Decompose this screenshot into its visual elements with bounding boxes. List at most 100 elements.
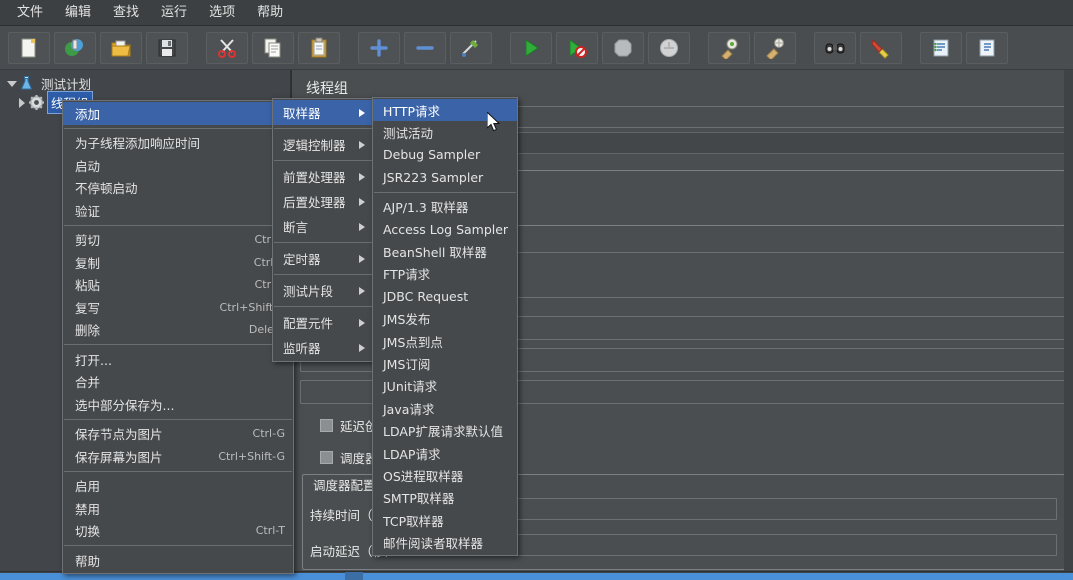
toolbar-button-templates[interactable] — [54, 31, 96, 64]
toolbar-button-paste[interactable] — [298, 31, 340, 64]
submenu-arrow-icon — [359, 318, 365, 327]
menu-item-复制[interactable]: 复制 Ctrl-C — [63, 251, 293, 274]
menubar-help[interactable]: 帮助 — [246, 2, 294, 24]
toolbar-button-clear[interactable] — [708, 31, 750, 64]
menu-item-label: 启用 — [75, 479, 101, 495]
toolbar-button-add-plus[interactable] — [358, 31, 400, 64]
add-item-逻辑控制器[interactable]: 逻辑控制器 — [273, 132, 373, 157]
menu-item-label: Debug Sampler — [383, 147, 481, 163]
menu-item-label: Access Log Sampler — [383, 221, 509, 237]
add-item-配置元件[interactable]: 配置元件 — [273, 310, 373, 335]
menubar-file[interactable]: 文件 — [6, 2, 54, 24]
sampler-item-JSR223-Sampler[interactable]: JSR223 Sampler — [373, 166, 517, 188]
menu-item-帮助[interactable]: 帮助 — [63, 549, 293, 572]
sampler-submenu[interactable]: HTTP请求 测试活动 Debug Sampler JSR223 Sampler AJP… — [372, 97, 518, 556]
menu-item-删除[interactable]: 删除 Delete — [63, 319, 293, 342]
menu-item-复写[interactable]: 复写 Ctrl+Shift-C — [63, 296, 293, 319]
sampler-item-TCP取样器[interactable]: TCP取样器 — [373, 509, 517, 531]
toolbar-button-shutdown[interactable] — [648, 31, 690, 64]
sampler-item-LDAP扩展请求默认值[interactable]: LDAP扩展请求默认值 — [373, 419, 517, 441]
menu-item-添加[interactable]: 添加 — [63, 102, 293, 125]
menu-item-打开...[interactable]: 打开... — [63, 348, 293, 371]
menu-item-剪切[interactable]: 剪切 Ctrl-X — [63, 229, 293, 252]
sampler-item-AJP/1.3-取样器[interactable]: AJP/1.3 取样器 — [373, 196, 517, 218]
add-item-断言[interactable]: 断言 — [273, 214, 373, 239]
toolbar-button-search-binoculars[interactable] — [814, 31, 856, 64]
toolbar-button-start-no-pauses[interactable] — [556, 31, 598, 64]
sampler-item-Java请求[interactable]: Java请求 — [373, 397, 517, 419]
sampler-item-OS进程取样器[interactable]: OS进程取样器 — [373, 464, 517, 486]
scrollbar-track[interactable] — [0, 573, 1073, 580]
toolbar-button-cut-scissors[interactable] — [206, 31, 248, 64]
menu-item-label: FTP请求 — [383, 267, 431, 283]
menu-item-保存屏幕为图片[interactable]: 保存屏幕为图片 Ctrl+Shift-G — [63, 445, 293, 468]
toolbar-button-open-folder[interactable] — [100, 31, 142, 64]
sampler-item-JMS发布[interactable]: JMS发布 — [373, 308, 517, 330]
sampler-item-JDBC-Request[interactable]: JDBC Request — [373, 285, 517, 307]
checkbox-scheduler[interactable]: 调度器 — [320, 448, 378, 467]
add-submenu[interactable]: 取样器逻辑控制器前置处理器 后置处理器 断言定时器测试片段配置元件监听器 — [272, 98, 374, 362]
add-item-测试片段[interactable]: 测试片段 — [273, 278, 373, 303]
toolbar-button-toggle[interactable] — [450, 31, 492, 64]
menu-item-启用[interactable]: 启用 — [63, 475, 293, 498]
add-item-后置处理器[interactable]: 后置处理器 — [273, 189, 373, 214]
chevron-right-icon[interactable] — [16, 97, 27, 108]
menu-item-为子线程添加响应时间[interactable]: 为子线程添加响应时间 — [63, 132, 293, 155]
menu-item-启动[interactable]: 启动 — [63, 154, 293, 177]
submenu-arrow-icon — [359, 286, 365, 295]
menubar-options[interactable]: 选项 — [198, 2, 246, 24]
menu-item-label: 测试片段 — [283, 284, 334, 299]
sampler-item-邮件阅读者取样器[interactable]: 邮件阅读者取样器 — [373, 531, 517, 553]
menu-item-label: LDAP请求 — [383, 446, 441, 462]
sampler-item-JMS点到点[interactable]: JMS点到点 — [373, 330, 517, 352]
menu-item-label: 监听器 — [283, 341, 321, 356]
tree-node-context-menu[interactable]: 添加为子线程添加响应时间 启动 不停顿启动 验证剪切 Ctrl-X 复制 Ctrl-C 粘贴 C… — [62, 100, 294, 574]
sampler-item-BeanShell-取样器[interactable]: BeanShell 取样器 — [373, 240, 517, 262]
menu-item-label: LDAP扩展请求默认值 — [383, 424, 503, 440]
menu-item-label: JDBC Request — [383, 288, 469, 304]
toolbar-button-function-helper[interactable] — [920, 31, 962, 64]
menubar-edit[interactable]: 编辑 — [54, 2, 102, 24]
chevron-down-icon[interactable] — [6, 78, 17, 89]
sampler-item-Access-Log-Sampler[interactable]: Access Log Sampler — [373, 218, 517, 240]
toolbar-button-log-viewer[interactable] — [966, 31, 1008, 64]
paste-icon — [308, 37, 330, 59]
sampler-item-LDAP请求[interactable]: LDAP请求 — [373, 442, 517, 464]
toolbar-button-start-play[interactable] — [510, 31, 552, 64]
start-play-icon — [520, 37, 542, 59]
menu-item-label: 选中部分保存为... — [75, 397, 175, 413]
menu-item-合并[interactable]: 合并 — [63, 371, 293, 394]
vertical-scrollbar[interactable] — [1064, 70, 1073, 571]
menu-item-保存节点为图片[interactable]: 保存节点为图片 Ctrl-G — [63, 423, 293, 446]
menu-separator — [274, 160, 372, 161]
sampler-item-FTP请求[interactable]: FTP请求 — [373, 263, 517, 285]
add-item-定时器[interactable]: 定时器 — [273, 246, 373, 271]
sampler-item-SMTP取样器[interactable]: SMTP取样器 — [373, 487, 517, 509]
menubar-search[interactable]: 查找 — [102, 2, 150, 24]
toolbar-button-clear-all[interactable] — [754, 31, 796, 64]
menu-item-不停顿启动[interactable]: 不停顿启动 — [63, 177, 293, 200]
toggle-icon — [460, 37, 482, 59]
tree-node-test-plan[interactable]: 测试计划 — [0, 74, 290, 93]
toolbar-button-reset-search[interactable] — [860, 31, 902, 64]
sampler-item-Debug-Sampler[interactable]: Debug Sampler — [373, 144, 517, 166]
menu-item-验证[interactable]: 验证 — [63, 199, 293, 222]
toolbar-button-save[interactable] — [146, 31, 188, 64]
menu-item-禁用[interactable]: 禁用 — [63, 497, 293, 520]
toolbar-button-stop[interactable] — [602, 31, 644, 64]
add-item-取样器[interactable]: 取样器 — [273, 100, 373, 125]
toolbar-button-new-document[interactable] — [8, 31, 50, 64]
menu-item-粘贴[interactable]: 粘贴 Ctrl-V — [63, 274, 293, 297]
toolbar — [0, 26, 1073, 70]
toolbar-button-copy[interactable] — [252, 31, 294, 64]
toolbar-button-remove-minus[interactable] — [404, 31, 446, 64]
scrollbar-thumb[interactable] — [345, 572, 363, 580]
add-item-监听器[interactable]: 监听器 — [273, 335, 373, 360]
add-item-前置处理器[interactable]: 前置处理器 — [273, 164, 373, 189]
sampler-item-JUnit请求[interactable]: JUnit请求 — [373, 375, 517, 397]
menu-item-accelerator: Ctrl-T — [255, 524, 285, 538]
menubar-run[interactable]: 运行 — [150, 2, 198, 24]
menu-item-切换[interactable]: 切换 Ctrl-T — [63, 520, 293, 543]
menu-item-选中部分保存为...[interactable]: 选中部分保存为... — [63, 393, 293, 416]
sampler-item-JMS订阅[interactable]: JMS订阅 — [373, 352, 517, 374]
